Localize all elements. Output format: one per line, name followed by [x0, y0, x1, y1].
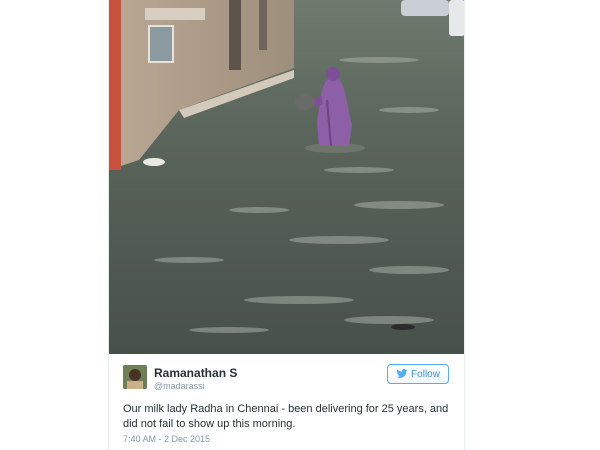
twitter-bird-icon — [396, 369, 408, 378]
tweet-footer: Ramanathan S @madarassi Follow Our milk … — [109, 354, 464, 450]
tweet-timestamp[interactable]: 7:40 AM - 2 Dec 2015 — [123, 434, 210, 444]
tweet-text: Our milk lady Radha in Chennai - been de… — [123, 403, 449, 430]
follow-button[interactable]: Follow — [387, 364, 449, 384]
tweet-photo-flooded-street[interactable] — [109, 0, 464, 354]
embedded-tweet-card: Ramanathan S @madarassi Follow Our milk … — [108, 0, 465, 450]
author-handle[interactable]: @madarassi — [154, 381, 205, 391]
avatar-image — [123, 365, 147, 389]
author-avatar[interactable] — [123, 365, 147, 389]
author-name[interactable]: Ramanathan S — [154, 366, 237, 380]
follow-label: Follow — [411, 368, 440, 380]
flooded-street-image — [109, 0, 464, 354]
